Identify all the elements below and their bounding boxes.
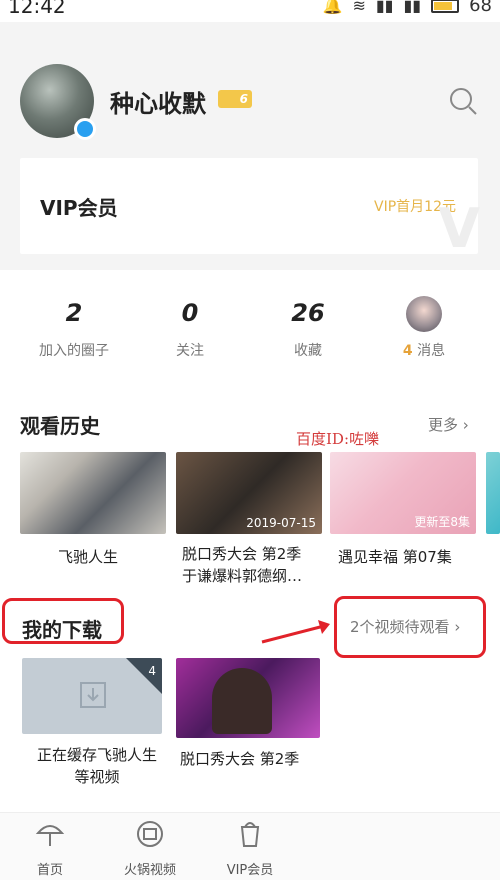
wifi-icon: ≋ — [352, 0, 366, 15]
title-line: 正在缓存飞驰人生 — [36, 746, 157, 764]
stat-following[interactable]: 0 关注 — [140, 296, 240, 360]
status-bar: 12:42 🔔 ≋ ▮▮ ▮▮ 68 — [0, 0, 500, 22]
download-icon — [80, 682, 106, 708]
history-more-link[interactable]: 更多 › — [428, 414, 469, 435]
nav-label: 火锅视频 — [123, 863, 176, 878]
stats-row: 2 加入的圈子 0 关注 26 收藏 4 消息 — [0, 296, 500, 376]
annotation-box-downloads — [2, 598, 124, 644]
annotation-arrow-icon — [261, 620, 330, 644]
annotation-box-pending — [334, 596, 486, 658]
stat-value: 2 — [65, 299, 83, 327]
person-figure — [212, 668, 272, 734]
level-badge: 6 — [218, 90, 252, 108]
count-corner — [126, 658, 162, 694]
stat-circles[interactable]: 2 加入的圈子 — [24, 296, 124, 360]
search-icon[interactable] — [448, 86, 478, 116]
title-line: 等视频 — [74, 768, 120, 786]
nav-label: 首页 — [36, 863, 63, 878]
notification-icon: 🔔 — [322, 0, 343, 15]
message-avatar — [406, 296, 442, 332]
signal-icon: ▮▮ — [375, 0, 394, 15]
title-line: 于谦爆料郭德纲… — [182, 567, 303, 585]
verified-badge-icon — [74, 118, 96, 140]
history-title: 观看历史 — [20, 414, 100, 438]
history-thumb[interactable]: 2019-07-15 — [176, 452, 322, 534]
download-item-title[interactable]: 脱口秀大会 第2季 — [180, 748, 299, 770]
download-item-title[interactable]: 正在缓存飞驰人生 等视频 — [24, 744, 170, 788]
vip-title: VIP会员 — [40, 196, 118, 220]
history-thumb[interactable]: 更新至8集 — [330, 452, 476, 534]
stat-label: 关注 — [176, 343, 204, 359]
more-label: 更多 — [428, 416, 459, 434]
download-thumb[interactable] — [176, 658, 320, 738]
chevron-right-icon: › — [458, 416, 469, 434]
history-thumb[interactable] — [20, 452, 166, 534]
stat-label: 收藏 — [294, 343, 322, 359]
title-line: 脱口秀大会 第2季 — [182, 545, 302, 563]
history-thumb-partial[interactable] — [486, 452, 500, 534]
bottom-nav: 首页 火锅视频 VIP会员 — [0, 812, 500, 880]
vip-cup-icon — [240, 822, 260, 847]
vip-watermark-icon: V — [438, 197, 480, 260]
stat-messages[interactable]: 4 消息 — [374, 296, 474, 360]
battery-level: 68 — [469, 0, 492, 16]
thumb-date: 2019-07-15 — [246, 516, 316, 530]
thumb-update: 更新至8集 — [414, 515, 470, 529]
stat-label: 加入的圈子 — [39, 343, 109, 359]
status-icons: 🔔 ≋ ▮▮ ▮▮ 68 — [323, 0, 492, 16]
message-label: 消息 — [417, 343, 446, 359]
profile-header: 种心收默 6 VIP会员 VIP首月12元 V — [0, 22, 500, 270]
watermark: 百度ID:咗嚛 — [296, 430, 380, 448]
download-folder[interactable]: 4 — [22, 658, 162, 734]
stat-favorites[interactable]: 26 收藏 — [258, 296, 358, 360]
history-item-title[interactable]: 飞驰人生 — [58, 546, 118, 568]
battery-icon — [431, 0, 460, 13]
nav-hotpot-video[interactable]: 火锅视频 — [100, 819, 200, 878]
stat-value: 26 — [291, 299, 325, 327]
nav-label: VIP会员 — [226, 863, 274, 878]
stat-value: 0 — [181, 299, 199, 327]
history-item-title[interactable]: 遇见幸福 第07集 — [338, 546, 452, 568]
stat-label: 4 消息 — [374, 340, 474, 360]
message-count: 4 — [402, 343, 413, 359]
nav-vip[interactable]: VIP会员 — [200, 819, 300, 878]
status-time: 12:42 — [8, 0, 66, 18]
nav-home[interactable]: 首页 — [0, 819, 100, 878]
username[interactable]: 种心收默 — [110, 84, 206, 119]
history-item-title[interactable]: 脱口秀大会 第2季 于谦爆料郭德纲… — [182, 543, 302, 587]
umbrella-icon — [35, 825, 65, 846]
video-icon — [137, 821, 163, 847]
download-count: 4 — [148, 664, 156, 678]
vip-card[interactable]: VIP会员 VIP首月12元 V — [20, 158, 480, 260]
signal-icon-2: ▮▮ — [403, 0, 422, 15]
